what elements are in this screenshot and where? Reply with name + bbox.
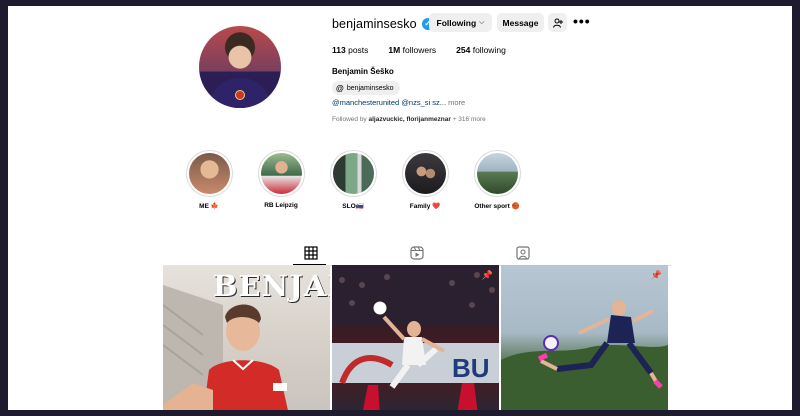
following-button[interactable]: Following ⌵ [429, 13, 492, 32]
more-options-icon[interactable]: ••• [573, 14, 591, 28]
suggested-users-button[interactable] [548, 13, 567, 32]
username-row: benjaminsesko ✓ [332, 15, 434, 33]
highlight-label: RB Leipzig [264, 202, 298, 209]
reels-icon [410, 246, 424, 260]
club-crest-icon [235, 90, 245, 100]
bio-mentions[interactable]: @manchesterunited @nzs_si sz... [332, 98, 446, 107]
highlight-ring [473, 150, 521, 197]
pinned-icon: 📌 [650, 270, 662, 280]
highlight-label: ME 🍁 [199, 203, 219, 210]
posts-label: posts [348, 45, 369, 55]
message-button-label: Message [502, 17, 539, 28]
threads-handle: benjaminsesko [346, 84, 394, 92]
post-tile-2[interactable]: BU 📌 [332, 265, 499, 410]
posts-stat: 113 posts [332, 45, 368, 55]
following-stat[interactable]: 254 following [456, 45, 506, 55]
svg-text:BU: BU [452, 353, 490, 383]
highlight-cover [332, 153, 374, 194]
highlight-ring [257, 150, 305, 197]
post-image [501, 300, 668, 410]
posts-count: 113 [332, 45, 346, 55]
following-count: 254 [456, 45, 471, 55]
tagged-icon [516, 246, 530, 260]
highlight-label: Other sport 🏀 [474, 203, 520, 210]
message-button[interactable]: Message [497, 13, 544, 32]
bio-more-link[interactable]: more [448, 98, 465, 107]
highlight-cover [188, 153, 230, 194]
highlight-other-sport[interactable]: Other sport 🏀 [467, 150, 527, 210]
following-label: following [472, 45, 506, 55]
chevron-down-icon: ⌵ [479, 18, 485, 26]
threads-link[interactable]: @ benjaminsesko [332, 81, 400, 95]
highlight-slo[interactable]: SLO🇸🇮 [323, 150, 383, 210]
followers-label: followers [402, 45, 437, 55]
add-user-icon [552, 18, 563, 28]
post-overlay-title: BENJAMIN [213, 269, 330, 303]
highlight-family[interactable]: Family ❤️ [395, 150, 455, 210]
bio: @manchesterunited @nzs_si sz... more [332, 98, 465, 107]
posts-grid-icon [304, 246, 318, 260]
threads-icon: @ [336, 83, 344, 93]
followed-by[interactable]: Followed by aljazvuckic, florijanmeznar … [332, 116, 486, 123]
post-tile-1[interactable]: BENJAMIN [163, 265, 330, 410]
highlight-label: SLO🇸🇮 [342, 203, 364, 210]
followers-count: 1M [388, 45, 401, 55]
profile-stats: 113 posts 1M followers 254 following [332, 45, 526, 55]
highlight-label: Family ❤️ [409, 203, 441, 210]
followed-by-suffix: + 316 more [452, 116, 486, 123]
highlight-cover [476, 153, 518, 194]
highlight-ring [401, 150, 449, 197]
highlight-cover [404, 153, 446, 194]
post-image: BU [332, 265, 499, 410]
followers-stat[interactable]: 1M followers [388, 45, 436, 55]
username: benjaminsesko [332, 17, 417, 31]
followed-by-prefix: Followed by [332, 116, 367, 123]
profile-page: benjaminsesko ✓ Following ⌵ Message ••• … [8, 6, 792, 410]
profile-avatar[interactable] [199, 26, 281, 108]
pinned-icon: 📌 [481, 270, 493, 280]
tab-reels[interactable] [410, 246, 424, 260]
highlight-cover [260, 153, 302, 194]
highlight-me[interactable]: ME 🍁 [179, 150, 239, 210]
highlight-ring [185, 150, 233, 197]
highlight-ring [329, 150, 377, 197]
following-button-label: Following [436, 17, 477, 28]
followed-by-names: aljazvuckic, florijanmeznar [368, 116, 451, 123]
tab-tagged[interactable] [516, 246, 530, 260]
full-name: Benjamin Šeško [332, 67, 394, 76]
tab-posts[interactable] [304, 246, 318, 260]
highlight-rb-leipzig[interactable]: RB Leipzig [251, 150, 311, 209]
post-tile-3[interactable]: 📌 [501, 265, 668, 410]
